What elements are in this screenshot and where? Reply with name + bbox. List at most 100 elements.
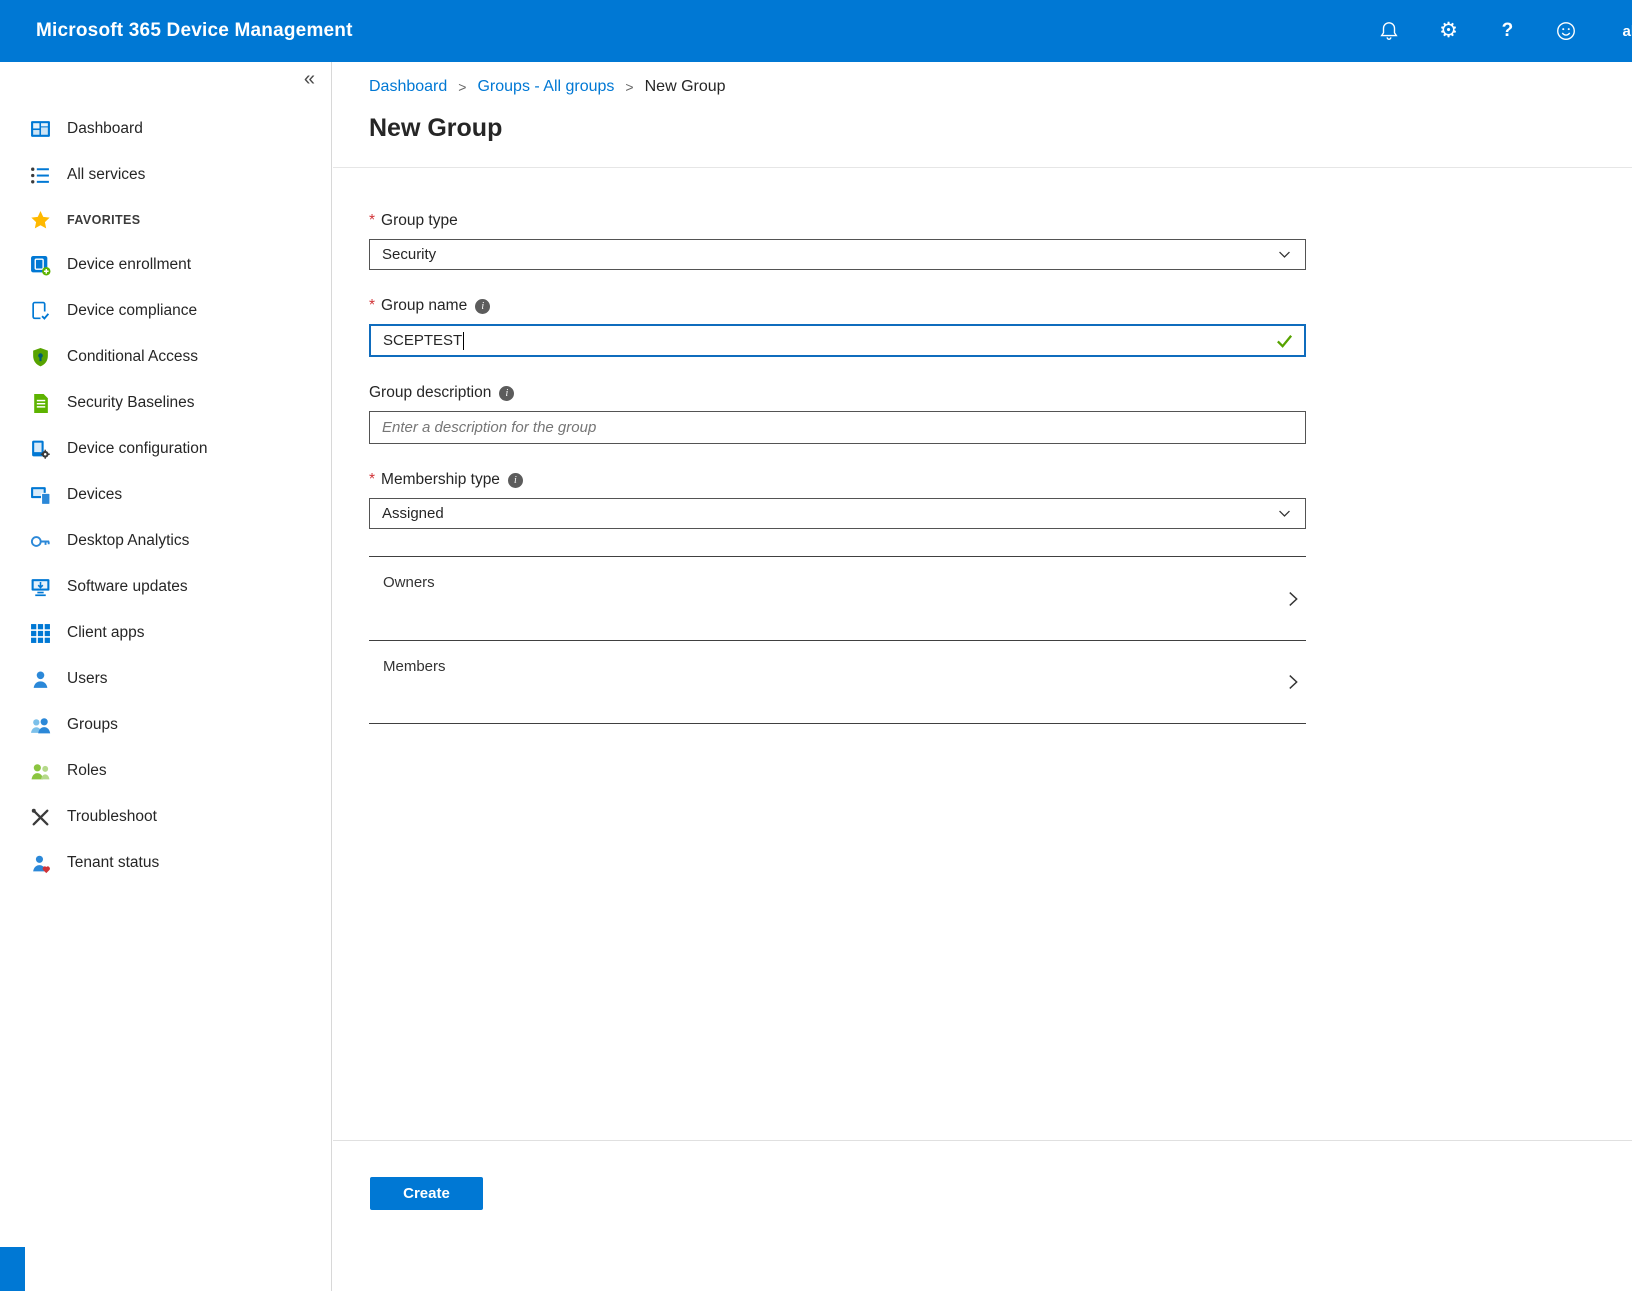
client-apps-icon: [30, 623, 51, 644]
valid-check-icon: [1275, 331, 1294, 350]
topbar-actions: ⚙ ? alf: [1378, 20, 1632, 42]
top-bar: Microsoft 365 Device Management ⚙ ? alf: [0, 0, 1632, 62]
sidebar-item-conditional-access[interactable]: Conditional Access: [0, 334, 331, 380]
account-name[interactable]: alf: [1622, 23, 1632, 40]
sidebar-item-all-services[interactable]: All services: [0, 152, 331, 198]
sidebar-item-tenant-status[interactable]: Tenant status: [0, 840, 331, 886]
breadcrumb-groups-all-groups[interactable]: Groups - All groups: [477, 78, 614, 96]
sidebar-item-label: Desktop Analytics: [67, 532, 189, 550]
membership-type-value: Assigned: [382, 505, 444, 522]
sidebar-item-label: Software updates: [67, 578, 188, 596]
owners-label: Owners: [383, 574, 435, 591]
required-marker: *: [369, 212, 375, 230]
sidebar-item-device-compliance[interactable]: Device compliance: [0, 288, 331, 334]
sidebar-nav: Dashboard All services FAVORITES Device …: [0, 106, 331, 886]
text-caret: [463, 332, 464, 350]
sidebar-item-dashboard[interactable]: Dashboard: [0, 106, 331, 152]
new-group-form: * Group type Security * Group name SCEPT…: [369, 168, 1306, 724]
device-compliance-icon: [30, 301, 51, 322]
required-marker: *: [369, 471, 375, 489]
sidebar-item-users[interactable]: Users: [0, 656, 331, 702]
sidebar-item-devices[interactable]: Devices: [0, 472, 331, 518]
group-type-select[interactable]: Security: [369, 239, 1306, 270]
chevron-right-icon: [1282, 588, 1304, 610]
sidebar-item-label: Devices: [67, 486, 122, 504]
security-baselines-icon: [30, 393, 51, 414]
desktop-analytics-icon: [30, 531, 51, 552]
sidebar-item-troubleshoot[interactable]: Troubleshoot: [0, 794, 331, 840]
sidebar-item-groups[interactable]: Groups: [0, 702, 331, 748]
membership-type-label: * Membership type: [369, 471, 1306, 489]
info-icon: [508, 473, 523, 488]
group-type-field: * Group type Security: [369, 212, 1306, 270]
sidebar-item-label: Troubleshoot: [67, 808, 157, 826]
app-title: Microsoft 365 Device Management: [36, 20, 353, 42]
sidebar-item-security-baselines[interactable]: Security Baselines: [0, 380, 331, 426]
sidebar-item-label: Security Baselines: [67, 394, 195, 412]
sidebar-section-favorites: FAVORITES: [0, 198, 331, 242]
devices-icon: [30, 485, 51, 506]
field-label-text: Group name: [381, 297, 467, 315]
membership-type-field: * Membership type Assigned: [369, 471, 1306, 529]
sidebar-item-roles[interactable]: Roles: [0, 748, 331, 794]
groups-icon: [30, 715, 51, 736]
group-name-field: * Group name SCEPTEST: [369, 297, 1306, 357]
members-row[interactable]: Members: [369, 640, 1306, 724]
collapse-sidebar-icon[interactable]: «: [304, 68, 315, 91]
help-icon[interactable]: ?: [1496, 20, 1518, 42]
page-title: New Group: [369, 114, 1632, 143]
membership-type-select[interactable]: Assigned: [369, 498, 1306, 529]
field-label-text: Group description: [369, 384, 491, 402]
sidebar-item-label: Device compliance: [67, 302, 197, 320]
sidebar-item-label: Groups: [67, 716, 118, 734]
users-icon: [30, 669, 51, 690]
sidebar-item-label: Tenant status: [67, 854, 159, 872]
bottom-left-accent: [0, 1247, 25, 1291]
breadcrumb-separator-icon: >: [458, 79, 466, 95]
smiley-icon[interactable]: [1555, 20, 1577, 42]
gear-icon[interactable]: ⚙: [1437, 20, 1459, 42]
group-name-label: * Group name: [369, 297, 1306, 315]
sidebar-item-label: Client apps: [67, 624, 145, 642]
software-updates-icon: [30, 577, 51, 598]
breadcrumb: Dashboard > Groups - All groups > New Gr…: [333, 62, 1632, 96]
sidebar-item-device-configuration[interactable]: Device configuration: [0, 426, 331, 472]
sidebar-item-label: Device enrollment: [67, 256, 191, 274]
bell-icon[interactable]: [1378, 20, 1400, 42]
sidebar-item-desktop-analytics[interactable]: Desktop Analytics: [0, 518, 331, 564]
field-label-text: Group type: [381, 212, 458, 230]
sidebar-item-label: Conditional Access: [67, 348, 198, 366]
sidebar-item-device-enrollment[interactable]: Device enrollment: [0, 242, 331, 288]
info-icon: [499, 386, 514, 401]
group-name-input[interactable]: SCEPTEST: [369, 324, 1306, 357]
info-icon: [475, 299, 490, 314]
owners-members-section: Owners Members: [369, 556, 1306, 724]
required-marker: *: [369, 297, 375, 315]
breadcrumb-current: New Group: [645, 78, 726, 96]
group-name-value: SCEPTEST: [383, 332, 462, 349]
sidebar-item-client-apps[interactable]: Client apps: [0, 610, 331, 656]
chevron-right-icon: [1282, 671, 1304, 693]
chevron-down-icon: [1276, 246, 1293, 263]
sidebar-item-label: Roles: [67, 762, 107, 780]
owners-row[interactable]: Owners: [369, 556, 1306, 640]
group-description-field: Group description: [369, 384, 1306, 444]
troubleshoot-icon: [30, 807, 51, 828]
field-label-text: Membership type: [381, 471, 500, 489]
sidebar: « Dashboard All services FAVORITES Devic…: [0, 62, 332, 1291]
sidebar-item-label: Dashboard: [67, 120, 143, 138]
breadcrumb-dashboard[interactable]: Dashboard: [369, 78, 447, 96]
roles-icon: [30, 761, 51, 782]
device-configuration-icon: [30, 439, 51, 460]
sidebar-item-label: Users: [67, 670, 107, 688]
sidebar-item-software-updates[interactable]: Software updates: [0, 564, 331, 610]
dashboard-icon: [30, 119, 51, 140]
sidebar-item-label: All services: [67, 166, 145, 184]
main-content: Dashboard > Groups - All groups > New Gr…: [333, 62, 1632, 1291]
create-button[interactable]: Create: [370, 1177, 483, 1210]
footer-divider: [333, 1140, 1632, 1141]
group-type-value: Security: [382, 246, 436, 263]
device-enrollment-icon: [30, 255, 51, 276]
group-description-input[interactable]: [369, 411, 1306, 444]
tenant-status-icon: [30, 853, 51, 874]
